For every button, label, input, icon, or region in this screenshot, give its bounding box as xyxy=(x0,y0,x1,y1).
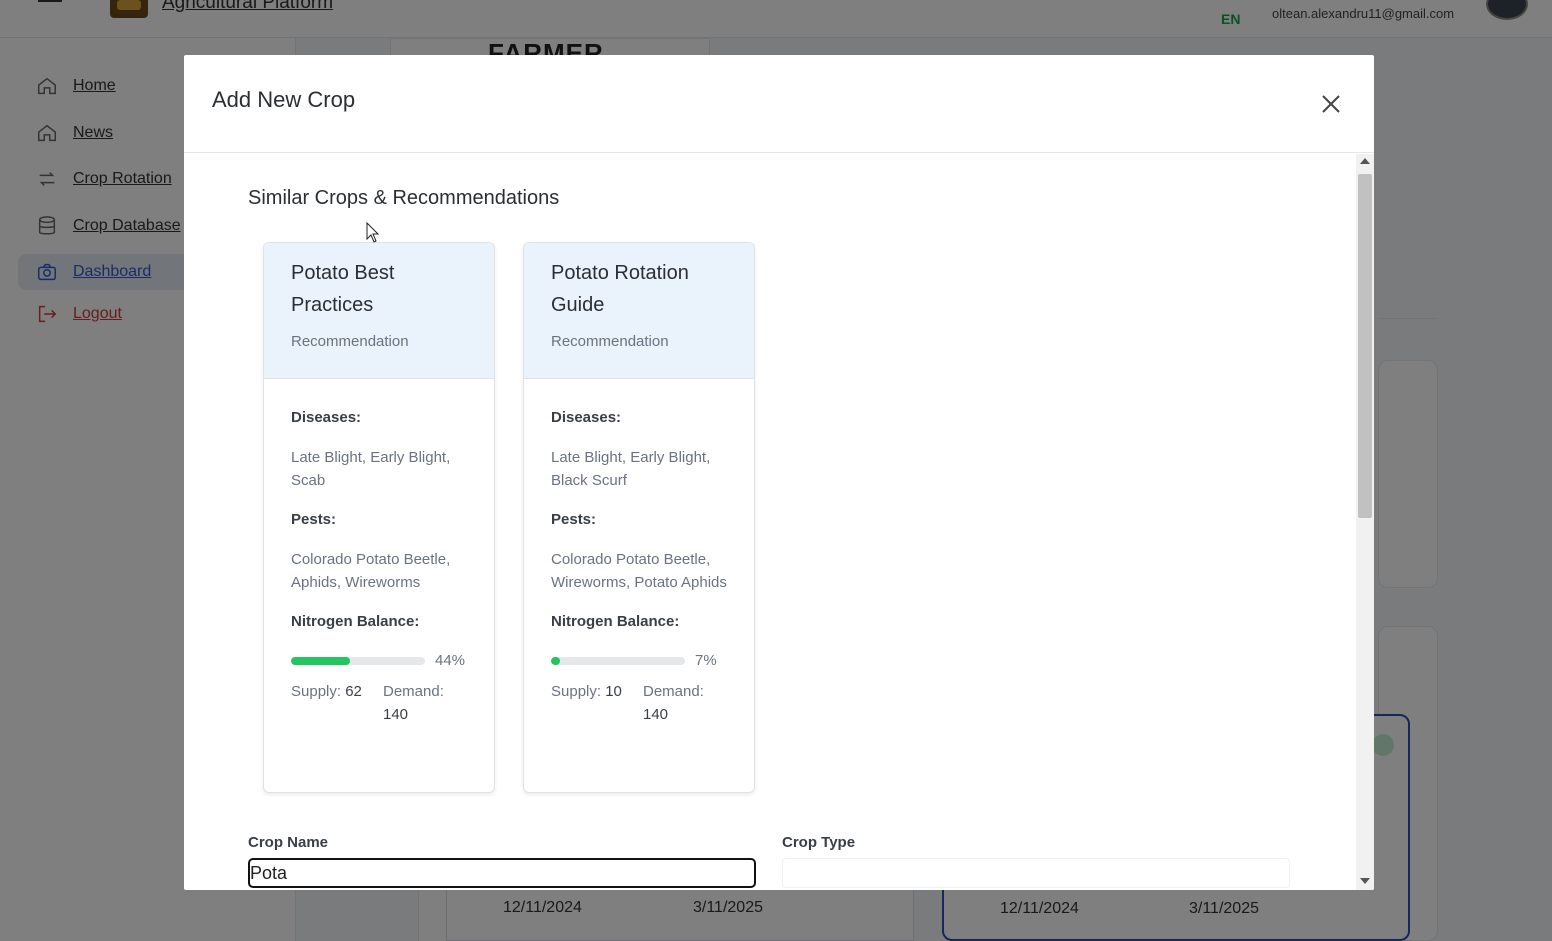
diseases-label: Diseases: xyxy=(291,409,362,426)
recommendation-card-header: Potato Rotation Guide Recommendation xyxy=(524,243,754,379)
modal-scrollbar[interactable] xyxy=(1356,154,1374,890)
pests-value: Colorado Potato Beetle, Wireworms, Potat… xyxy=(551,551,727,591)
nitrogen-label: Nitrogen Balance: xyxy=(291,613,420,630)
supply-label: Supply: xyxy=(551,683,602,700)
modal-header: Add New Crop xyxy=(184,55,1374,153)
nitrogen-balance: 7% xyxy=(551,652,727,669)
supply-demand: Supply: 62 Demand: 140 xyxy=(291,680,467,726)
nitrogen-progress-track xyxy=(551,656,685,665)
supply-demand: Supply: 10 Demand: 140 xyxy=(551,680,727,726)
demand-value: 140 xyxy=(643,706,669,723)
pests-value: Colorado Potato Beetle, Aphids, Wireworm… xyxy=(291,551,451,591)
recommendation-card[interactable]: Potato Best Practices Recommendation Dis… xyxy=(263,242,495,793)
recommendation-type: Recommendation xyxy=(551,333,669,350)
modal-body: Similar Crops & Recommendations Potato B… xyxy=(184,154,1354,890)
diseases-value: Late Blight, Early Blight, Black Scurf xyxy=(551,449,711,489)
modal-title: Add New Crop xyxy=(212,87,356,112)
pests-label: Pests: xyxy=(291,511,337,528)
pests-label: Pests: xyxy=(551,511,597,528)
supply-value: 10 xyxy=(605,683,622,700)
nitrogen-percent: 7% xyxy=(695,652,717,669)
crop-name-input[interactable] xyxy=(248,858,756,888)
crop-type-label: Crop Type xyxy=(782,834,856,851)
recommendation-card-header: Potato Best Practices Recommendation xyxy=(264,243,494,379)
crop-name-label: Crop Name xyxy=(248,834,329,851)
nitrogen-progress-fill xyxy=(291,656,350,665)
crop-type-select[interactable] xyxy=(782,858,1290,888)
demand-label: Demand: xyxy=(643,683,704,700)
diseases-value: Late Blight, Early Blight, Scab xyxy=(291,449,451,489)
recommendation-card[interactable]: Potato Rotation Guide Recommendation Dis… xyxy=(523,242,755,793)
scrollbar-thumb[interactable] xyxy=(1358,174,1372,518)
scroll-down-arrow-icon[interactable] xyxy=(1360,878,1370,884)
nitrogen-label: Nitrogen Balance: xyxy=(551,613,680,630)
section-title: Similar Crops & Recommendations xyxy=(248,187,560,209)
supply-value: 62 xyxy=(345,683,362,700)
demand-label: Demand: xyxy=(383,683,444,700)
nitrogen-percent: 44% xyxy=(435,652,466,669)
nitrogen-progress-fill xyxy=(551,656,561,665)
recommendation-card-body: Diseases: Late Blight, Early Blight, Sca… xyxy=(264,379,494,726)
recommendation-title: Potato Rotation Guide xyxy=(551,262,689,316)
recommendation-type: Recommendation xyxy=(291,333,409,350)
nitrogen-progress-track xyxy=(291,656,425,665)
add-crop-modal: Add New Crop Similar Crops & Recommendat… xyxy=(184,55,1374,890)
diseases-label: Diseases: xyxy=(551,409,622,426)
recommendation-title: Potato Best Practices xyxy=(291,262,395,316)
supply-label: Supply: xyxy=(291,683,342,700)
close-icon[interactable] xyxy=(1320,93,1342,115)
demand-value: 140 xyxy=(383,706,409,723)
nitrogen-balance: 44% xyxy=(291,652,467,669)
recommendation-card-body: Diseases: Late Blight, Early Blight, Bla… xyxy=(524,379,754,726)
mouse-cursor-icon xyxy=(366,222,380,243)
scroll-up-arrow-icon[interactable] xyxy=(1360,158,1370,164)
